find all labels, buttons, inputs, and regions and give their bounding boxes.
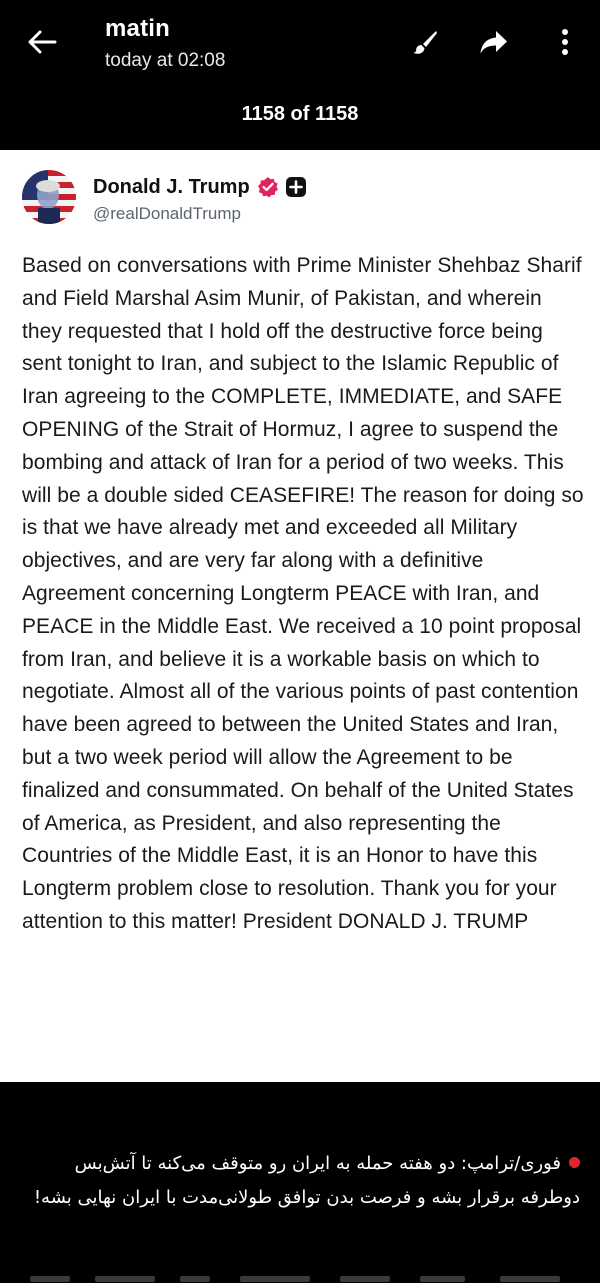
- post-body: Based on conversations with Prime Minist…: [22, 254, 584, 933]
- image-viewer-screen: matin today at 02:08 1158 of 1158 Donald…: [0, 0, 600, 1283]
- share-forward-icon: [480, 31, 507, 54]
- verified-icon: [257, 176, 279, 198]
- edit-button[interactable]: [405, 22, 445, 62]
- author-handle: @realDonaldTrump: [93, 204, 241, 223]
- brush-icon: [413, 31, 437, 54]
- plus-icon: [285, 176, 307, 198]
- arrow-left-icon: [28, 30, 57, 54]
- more-options-button[interactable]: [545, 22, 585, 62]
- message-caption: فوری/ترامپ: دو هفته حمله به ایران رو متو…: [20, 1147, 580, 1215]
- sender-name: matin: [105, 15, 171, 42]
- title-block: matin today at 02:08: [105, 14, 225, 75]
- caption-text: فوری/ترامپ: دو هفته حمله به ایران رو متو…: [33, 1153, 580, 1208]
- forward-button[interactable]: [474, 22, 514, 62]
- author-row: Donald J. Trump: [93, 174, 307, 200]
- top-app-bar: matin today at 02:08: [0, 0, 600, 90]
- red-circle-icon: [569, 1156, 580, 1168]
- author-name: Donald J. Trump: [93, 176, 250, 198]
- next-message-preview: [0, 1268, 600, 1283]
- post-screenshot: Donald J. Trump @realDonaldTrump Based o…: [0, 150, 600, 1082]
- message-timestamp: today at 02:08: [105, 50, 226, 71]
- media-counter: 1158 of 1158: [241, 103, 359, 125]
- more-vert-icon: [562, 29, 568, 55]
- back-button[interactable]: [22, 24, 62, 60]
- avatar: [22, 170, 76, 224]
